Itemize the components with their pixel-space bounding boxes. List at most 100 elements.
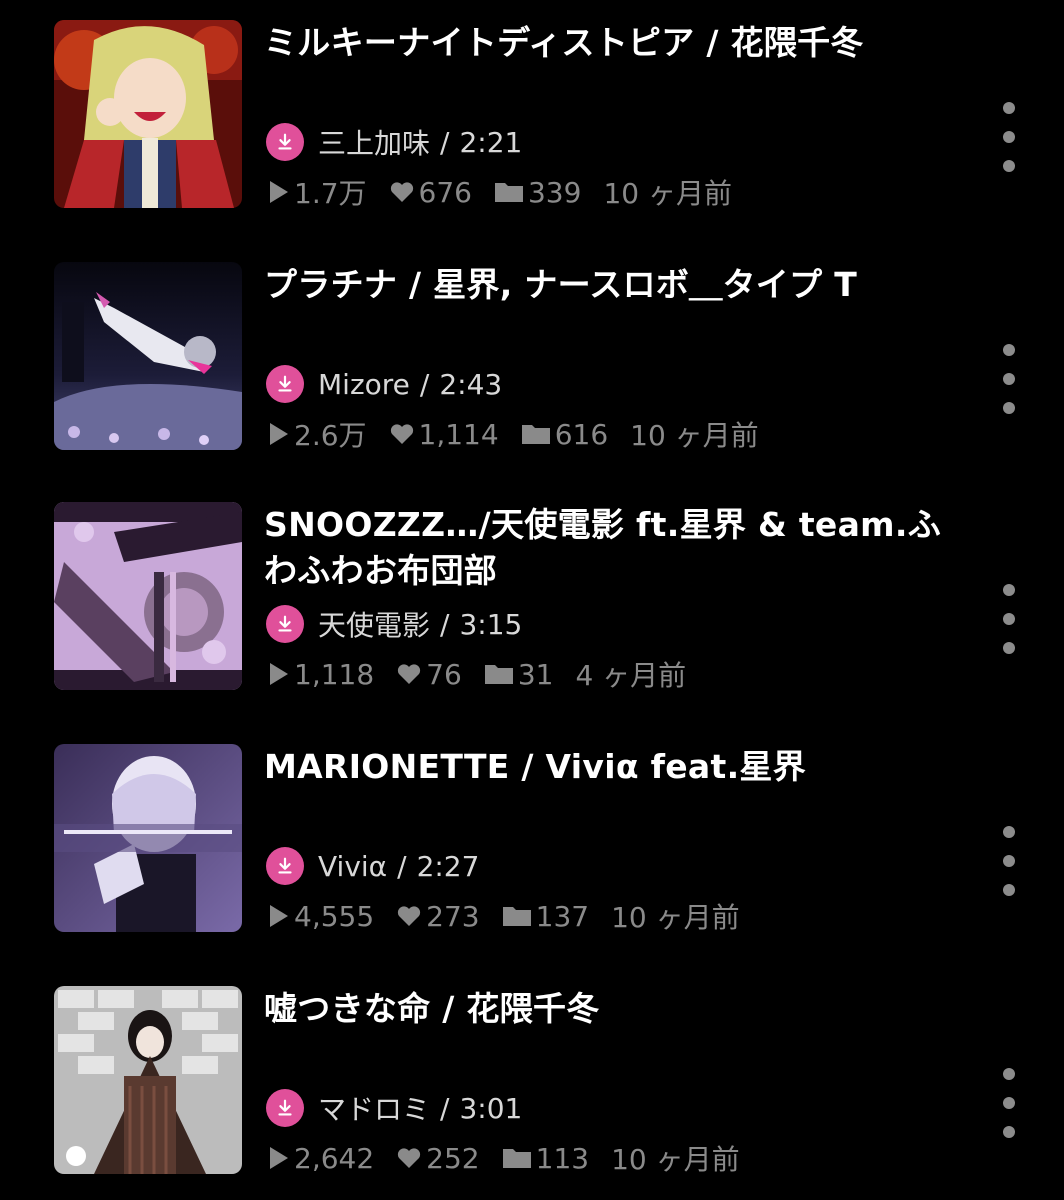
video-duration: 2:21 [459,125,523,159]
like-count: 76 [396,658,462,691]
mylist-count-value: 113 [535,1141,590,1175]
uploader-name[interactable]: マドロミ [318,1088,430,1128]
folder-icon [502,907,531,926]
like-count: 273 [396,899,480,933]
download-icon[interactable] [266,123,304,161]
stats-row: 2.6万 1,114 616 10 ヶ月前 [268,414,781,454]
separator: / [440,607,450,641]
video-list-item[interactable]: SNOOZZZ…/天使電影 ft.星界 & team.ふわふわお布団部 天使電影… [0,502,1064,702]
uploader-row: Viviα / 2:27 [266,846,479,886]
video-thumbnail[interactable] [54,744,242,932]
heart-icon [390,182,413,202]
like-count: 1,114 [389,418,499,451]
video-title[interactable]: SNOOZZZ…/天使電影 ft.星界 & team.ふわふわお布団部 [264,502,964,594]
posted-date: 10 ヶ月前 [611,1143,740,1176]
uploader-row: Mizore / 2:43 [266,364,502,404]
play-icon [270,1147,288,1169]
video-list-item[interactable]: 嘘つきな命 / 花隈千冬 マドロミ / 3:01 2,642 252 113 1… [0,986,1064,1186]
mylist-count-value: 31 [517,657,554,691]
posted-date: 10 ヶ月前 [630,419,759,452]
play-count: 2.6万 [268,414,367,454]
play-count: 4,555 [268,900,374,933]
more-vertical-icon[interactable] [994,826,1024,896]
video-title[interactable]: プラチナ / 星界, ナースロボ＿タイプ T [264,262,964,308]
more-vertical-icon[interactable] [994,344,1024,414]
play-count-value: 2.6万 [294,419,367,452]
play-count-value: 1.7万 [294,177,367,210]
like-count-value: 1,114 [418,417,499,451]
like-count-value: 273 [426,899,480,933]
mylist-count: 31 [484,657,554,691]
like-count-value: 676 [418,175,472,209]
mylist-count: 113 [502,1142,589,1175]
thumbnail-image [54,20,242,208]
play-icon [270,663,288,685]
download-icon[interactable] [266,365,304,403]
stats-row: 1,118 76 31 4 ヶ月前 [268,654,708,694]
play-count-value: 2,642 [294,1141,375,1175]
video-duration: 2:43 [439,367,503,401]
play-count: 2,642 [268,1142,374,1175]
heart-icon [398,1148,421,1168]
mylist-count-value: 339 [527,175,582,209]
folder-icon [521,425,550,444]
video-title[interactable]: ミルキーナイトディストピア / 花隈千冬 [264,20,964,66]
video-thumbnail[interactable] [54,986,242,1174]
play-count: 1,118 [268,658,374,691]
posted-date: 10 ヶ月前 [603,177,732,210]
more-vertical-icon[interactable] [994,1068,1024,1138]
download-icon[interactable] [266,605,304,643]
play-icon [270,181,288,203]
folder-icon [484,665,513,684]
like-count: 252 [396,1142,480,1175]
video-title[interactable]: MARIONETTE / Viviα feat.星界 [264,744,964,790]
separator: / [440,125,450,159]
like-count: 676 [389,176,472,209]
mylist-count: 339 [494,176,581,209]
stats-row: 4,555 273 137 10 ヶ月前 [268,896,762,936]
like-count-value: 76 [426,657,462,691]
posted-date: 10 ヶ月前 [611,901,740,934]
video-list-item[interactable]: ミルキーナイトディストピア / 花隈千冬 三上加味 / 2:21 1.7万 67… [0,20,1064,220]
video-title[interactable]: 嘘つきな命 / 花隈千冬 [264,986,964,1032]
mylist-count-value: 616 [554,417,609,451]
play-count: 1.7万 [268,172,367,212]
uploader-row: マドロミ / 3:01 [266,1088,522,1128]
separator: / [440,1091,450,1125]
more-vertical-icon[interactable] [994,102,1024,172]
uploader-name[interactable]: 天使電影 [318,604,430,644]
mylist-count: 137 [502,900,589,933]
uploader-name[interactable]: Viviα [318,850,387,883]
video-list-item[interactable]: プラチナ / 星界, ナースロボ＿タイプ T Mizore / 2:43 2.6… [0,262,1064,462]
heart-icon [390,424,413,444]
play-icon [270,905,288,927]
video-list-item[interactable]: MARIONETTE / Viviα feat.星界 Viviα / 2:27 … [0,744,1064,944]
thumbnail-image [54,744,242,932]
download-icon[interactable] [266,1089,304,1127]
posted-date: 4 ヶ月前 [575,659,687,692]
separator: / [419,367,430,401]
uploader-row: 三上加味 / 2:21 [266,122,522,162]
video-thumbnail[interactable] [54,262,242,450]
video-duration: 3:01 [459,1091,523,1125]
uploader-name[interactable]: Mizore [318,368,410,401]
download-icon[interactable] [266,847,304,885]
more-vertical-icon[interactable] [994,584,1024,654]
thumbnail-image [54,986,242,1174]
folder-icon [502,1149,531,1168]
heart-icon [398,664,421,684]
video-duration: 2:27 [416,849,480,883]
uploader-name[interactable]: 三上加味 [318,122,430,162]
uploader-row: 天使電影 / 3:15 [266,604,522,644]
video-thumbnail[interactable] [54,502,242,690]
play-count-value: 1,118 [294,657,375,691]
play-count-value: 4,555 [294,899,375,933]
heart-icon [398,906,421,926]
mylist-count-value: 137 [535,899,590,933]
video-duration: 3:15 [459,607,523,641]
thumbnail-image [54,262,242,450]
thumbnail-image [54,502,242,690]
video-thumbnail[interactable] [54,20,242,208]
stats-row: 2,642 252 113 10 ヶ月前 [268,1138,762,1178]
stats-row: 1.7万 676 339 10 ヶ月前 [268,172,754,212]
